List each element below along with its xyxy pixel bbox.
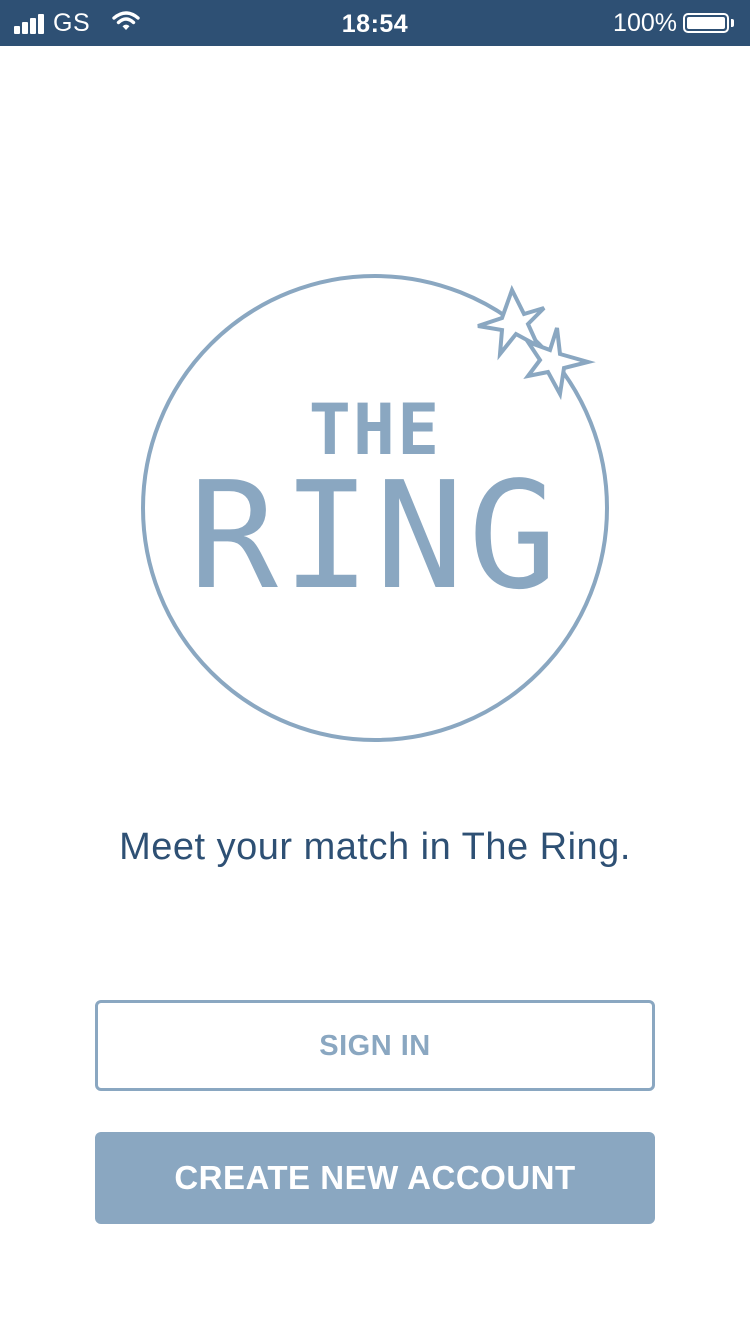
tagline: Meet your match in The Ring. [119,826,631,868]
logo-text-ring: RING [188,450,562,622]
sparkle-star-icon [477,284,596,401]
welcome-screen: GS 18:54 100% THE RING Meet your match i… [0,0,750,1334]
status-bar: GS 18:54 100% [0,0,750,46]
battery-icon [683,13,729,33]
battery-cap [731,19,734,27]
status-right: 100% [613,0,734,46]
app-logo: THE RING [120,270,630,760]
create-account-button[interactable]: CREATE NEW ACCOUNT [95,1132,655,1224]
battery-fill [687,17,725,29]
battery-percentage: 100% [613,8,677,37]
sign-in-button[interactable]: SIGN IN [95,1000,655,1091]
